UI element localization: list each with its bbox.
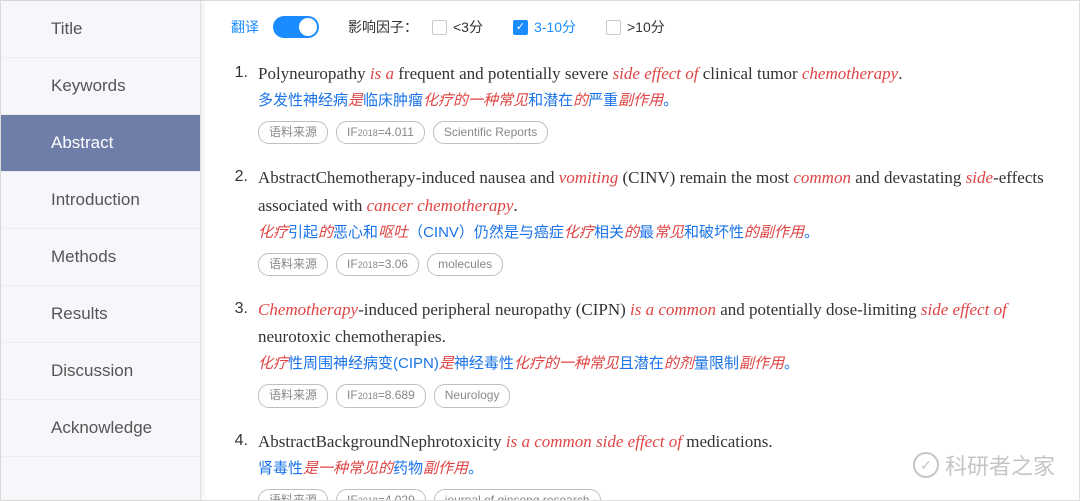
chinese-translation: 多发性神经病是临床肿瘤化疗的一种常见和潜在的严重副作用。 <box>258 89 1054 113</box>
filter-<3分[interactable]: <3分 <box>432 17 483 37</box>
sidebar-item-keywords[interactable]: Keywords <box>1 58 200 115</box>
chinese-translation: 化疗性周围神经病变(CIPN)是神经毒性化疗的一种常见且潜在的剂量限制副作用。 <box>258 352 1054 376</box>
tag[interactable]: 语料来源 <box>258 121 328 144</box>
result-entry: 2.AbstractChemotherapy-induced nausea an… <box>226 164 1054 276</box>
filter-label: 3-10分 <box>534 17 576 37</box>
entry-tags: 语料来源 IF2018=8.689 Neurology <box>258 384 1054 407</box>
entry-tags: 语料来源 IF2018=4.011 Scientific Reports <box>258 121 1054 144</box>
result-entry: 3.Chemotherapy-induced peripheral neurop… <box>226 296 1054 408</box>
tag[interactable]: journal of ginseng research <box>434 489 601 500</box>
filter-label: <3分 <box>453 17 483 37</box>
sidebar-item-results[interactable]: Results <box>1 286 200 343</box>
chinese-translation: 化疗引起的恶心和呕吐（CINV）仍然是与癌症化疗相关的最常见和破坏性的副作用。 <box>258 221 1054 245</box>
entry-number: 4. <box>226 428 248 501</box>
filter-label: >10分 <box>627 17 665 37</box>
sidebar: TitleKeywordsAbstractIntroductionMethods… <box>1 1 201 500</box>
tag[interactable]: IF2018=4.011 <box>336 121 425 144</box>
entry-tags: 语料来源 IF2018=4.029 journal of ginseng resea… <box>258 489 1054 500</box>
tag[interactable]: 语料来源 <box>258 253 328 276</box>
result-entry: 1. Polyneuropathy is a frequent and poten… <box>226 60 1054 144</box>
chinese-translation: 肾毒性是一种常见的药物副作用。 <box>258 457 1054 481</box>
tag[interactable]: IF2018=3.06 <box>336 253 419 276</box>
entry-number: 1. <box>226 60 248 144</box>
translate-toggle[interactable] <box>273 16 319 38</box>
checkbox-icon <box>513 20 528 35</box>
checkbox-icon <box>432 20 447 35</box>
checkbox-icon <box>606 20 621 35</box>
translate-label: 翻译 <box>231 17 259 37</box>
sidebar-item-title[interactable]: Title <box>1 1 200 58</box>
tag[interactable]: IF2018=4.029 <box>336 489 426 500</box>
entry-number: 2. <box>226 164 248 276</box>
filter-3-10分[interactable]: 3-10分 <box>513 17 576 37</box>
sidebar-item-discussion[interactable]: Discussion <box>1 343 200 400</box>
main-content: 翻译 影响因子： <3分 3-10分 >10分 1. Polyneuropathy i… <box>201 1 1079 500</box>
tag[interactable]: 语料来源 <box>258 384 328 407</box>
english-sentence: AbstractChemotherapy-induced nausea and … <box>258 164 1054 218</box>
impact-factor-label: 影响因子： <box>348 17 418 37</box>
tag[interactable]: molecules <box>427 253 503 276</box>
toolbar: 翻译 影响因子： <3分 3-10分 >10分 <box>226 16 1054 38</box>
filter->10分[interactable]: >10分 <box>606 17 665 37</box>
tag[interactable]: 语料来源 <box>258 489 328 500</box>
sidebar-item-introduction[interactable]: Introduction <box>1 172 200 229</box>
entry-number: 3. <box>226 296 248 408</box>
result-entry: 4. AbstractBackgroundNephrotoxicity is a … <box>226 428 1054 501</box>
tag[interactable]: IF2018=8.689 <box>336 384 426 407</box>
tag[interactable]: Scientific Reports <box>433 121 548 144</box>
sidebar-item-methods[interactable]: Methods <box>1 229 200 286</box>
sidebar-item-abstract[interactable]: Abstract <box>1 115 200 172</box>
entry-tags: 语料来源 IF2018=3.06 molecules <box>258 253 1054 276</box>
sidebar-item-acknowledge[interactable]: Acknowledge <box>1 400 200 457</box>
english-sentence: Chemotherapy-induced peripheral neuropat… <box>258 296 1054 350</box>
tag[interactable]: Neurology <box>434 384 511 407</box>
english-sentence: Polyneuropathy is a frequent and potenti… <box>258 60 1054 87</box>
english-sentence: AbstractBackgroundNephrotoxicity is a co… <box>258 428 1054 455</box>
